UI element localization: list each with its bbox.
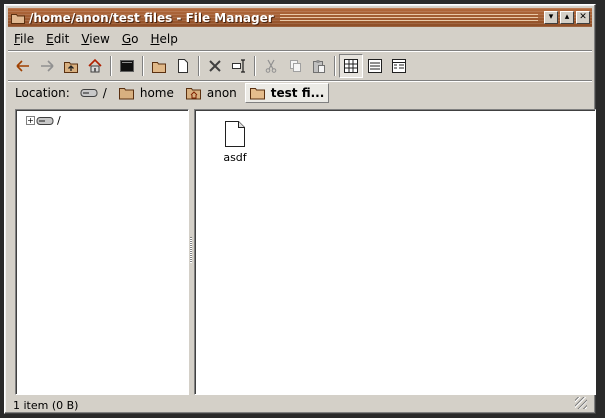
list-view-icon — [368, 59, 382, 73]
toolbar — [11, 53, 589, 79]
folder-up-icon — [64, 62, 78, 73]
detail-view-icon — [392, 59, 406, 73]
resize-grip[interactable] — [575, 397, 587, 409]
crumb-test-files[interactable]: test fi... — [244, 83, 330, 103]
new-file-icon — [178, 59, 188, 73]
home-folder-icon — [185, 88, 201, 100]
status-bar: 1 item (0 B) — [11, 397, 589, 413]
file-view[interactable]: asdf — [194, 109, 596, 395]
menu-help[interactable]: Help — [144, 32, 183, 46]
window-title: /home/anon/test files - File Manager — [29, 10, 274, 25]
file-icon — [225, 121, 245, 147]
file-name: asdf — [223, 151, 247, 164]
new-folder-button[interactable] — [147, 54, 171, 78]
file-manager-window: /home/anon/test files - File Manager ▾ ▴… — [4, 4, 596, 414]
drive-icon — [80, 89, 98, 97]
drive-icon — [36, 116, 54, 125]
rename-button[interactable] — [227, 54, 251, 78]
forward-button[interactable] — [35, 54, 59, 78]
icon-view-icon — [344, 59, 358, 73]
detail-view-button[interactable] — [387, 54, 411, 78]
copy-button[interactable] — [283, 54, 307, 78]
list-view-button[interactable] — [363, 54, 387, 78]
file-item[interactable]: asdf — [219, 120, 251, 164]
folder-icon — [11, 13, 25, 24]
terminal-button[interactable] — [115, 54, 139, 78]
delete-button[interactable] — [203, 54, 227, 78]
copy-icon — [290, 60, 301, 72]
tree-item-label: / — [57, 114, 61, 127]
rename-icon — [232, 59, 245, 73]
back-button[interactable] — [11, 54, 35, 78]
maximize-button[interactable]: ▴ — [560, 11, 574, 24]
arrow-left-icon — [16, 60, 29, 72]
minimize-button[interactable]: ▾ — [544, 11, 558, 24]
crumb-anon[interactable]: anon — [182, 83, 241, 103]
menu-view[interactable]: View — [75, 32, 115, 46]
new-folder-icon — [152, 62, 166, 73]
scissors-icon — [265, 59, 277, 73]
new-file-button[interactable] — [171, 54, 195, 78]
paste-icon — [313, 60, 325, 73]
directory-tree[interactable]: + / — [15, 109, 189, 395]
menu-file[interactable]: File — [8, 32, 40, 46]
arrow-right-icon — [41, 60, 54, 72]
title-bar[interactable]: /home/anon/test files - File Manager ▾ ▴… — [8, 8, 592, 27]
status-text: 1 item (0 B) — [13, 398, 79, 412]
folder-icon — [118, 88, 134, 100]
delete-x-icon — [209, 60, 221, 72]
location-label: Location: — [15, 86, 70, 100]
crumb-root[interactable]: / — [76, 83, 111, 103]
crumb-home[interactable]: home — [115, 83, 178, 103]
icon-view-button[interactable] — [339, 54, 363, 78]
open-folder-icon — [249, 88, 265, 100]
location-bar: Location: / home anon test fi... — [11, 82, 589, 104]
menu-go[interactable]: Go — [116, 32, 145, 46]
home-button[interactable] — [83, 54, 107, 78]
expand-icon[interactable]: + — [26, 116, 35, 125]
up-button[interactable] — [59, 54, 83, 78]
cut-button[interactable] — [259, 54, 283, 78]
tree-item-root[interactable]: + / — [26, 114, 61, 127]
terminal-icon — [120, 60, 134, 72]
menu-bar: File Edit View Go Help — [8, 29, 592, 49]
close-button[interactable]: ✕ — [576, 11, 590, 24]
paste-button[interactable] — [307, 54, 331, 78]
home-icon — [88, 58, 102, 73]
menu-edit[interactable]: Edit — [40, 32, 75, 46]
